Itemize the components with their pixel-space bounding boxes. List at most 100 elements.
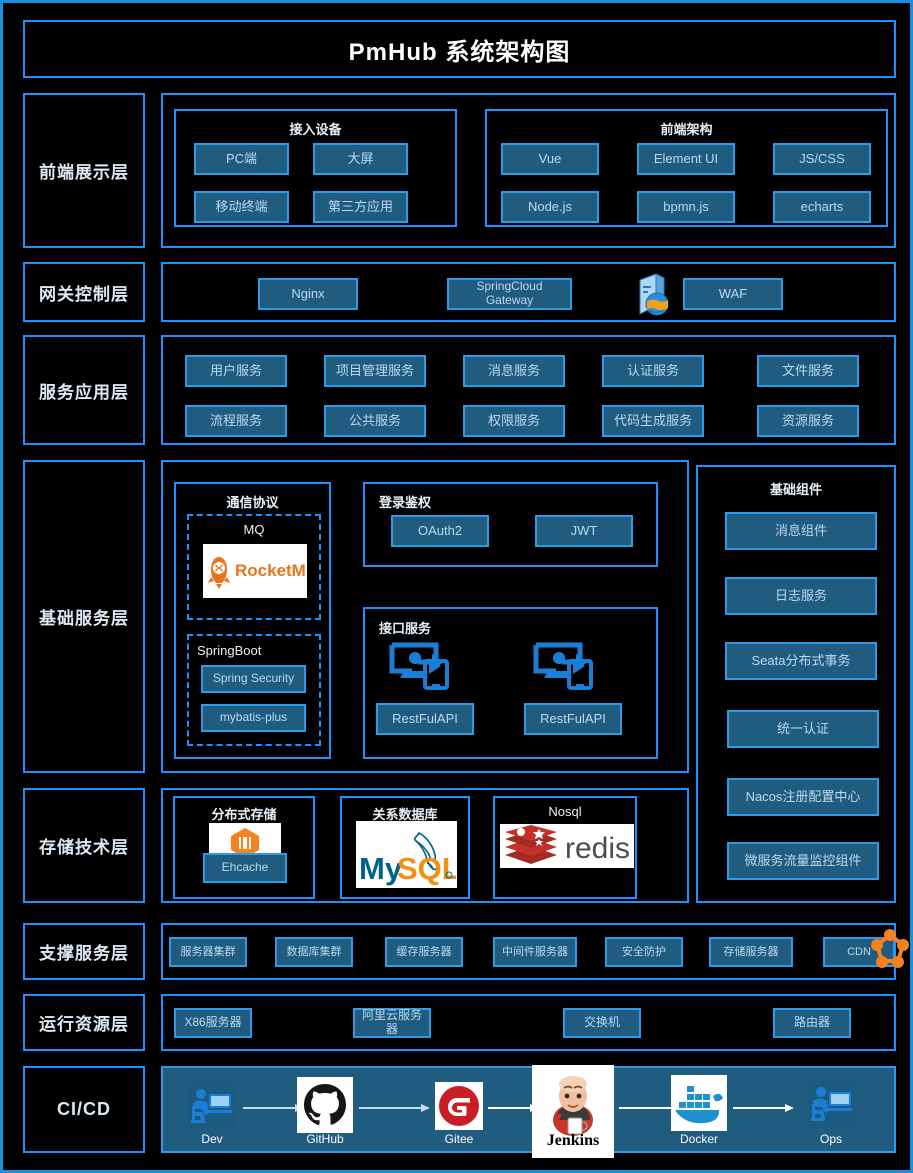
chip-js-css[interactable]: JS/CSS	[773, 143, 871, 175]
chip-storage-server[interactable]: 存储服务器	[709, 937, 793, 967]
chip-server-cluster[interactable]: 服务器集群	[169, 937, 247, 967]
chip-codegen-service[interactable]: 代码生成服务	[602, 405, 704, 437]
chip-router[interactable]: 路由器	[773, 1008, 851, 1038]
group-frontend-framework-caption: 前端架构	[660, 122, 713, 137]
layer-label-runtime: 运行资源层	[23, 994, 145, 1051]
chip-project-service[interactable]: 项目管理服务	[324, 355, 426, 387]
group-relational-db: 关系数据库 My SQL	[340, 796, 470, 899]
arrow-dev-github	[243, 1100, 305, 1112]
chip-oauth2[interactable]: OAuth2	[391, 515, 489, 547]
chip-server-cluster-label: 服务器集群	[180, 945, 236, 958]
chip-springcloud-gateway[interactable]: SpringCloud Gateway	[447, 278, 572, 310]
chip-oauth2-label: OAuth2	[417, 522, 463, 538]
chip-auth-service[interactable]: 认证服务	[602, 355, 704, 387]
chip-message-service[interactable]: 消息服务	[463, 355, 565, 387]
service-layer-panel: 用户服务 项目管理服务 消息服务 认证服务 文件服务 流程服务 公共服务 权限服…	[161, 335, 896, 445]
screen-transfer-icon-2	[532, 640, 598, 692]
chip-ehcache[interactable]: Ehcache	[203, 853, 287, 883]
group-springboot-caption: SpringBoot	[197, 643, 262, 658]
cicd-step-label-gitee: Gitee	[444, 1132, 474, 1146]
group-mq: MQ RocketMQ	[187, 514, 321, 620]
layer-label-gateway-text: 网关控制层	[39, 284, 129, 304]
chip-message-service-label: 消息服务	[487, 362, 540, 378]
chip-aliyun-server[interactable]: 阿里云服务器	[353, 1008, 431, 1038]
layer-label-frontend-text: 前端展示层	[39, 163, 129, 182]
layer-label-service-text: 服务应用层	[39, 382, 129, 402]
chip-bpmnjs[interactable]: bpmn.js	[637, 191, 735, 223]
cdn-molecule-icon	[869, 927, 910, 977]
chip-restfulapi-1[interactable]: RestFulAPI	[376, 703, 474, 735]
chip-flow-service[interactable]: 流程服务	[185, 405, 287, 437]
arrow-docker-ops	[733, 1100, 795, 1112]
chip-waf-label: WAF	[718, 285, 748, 301]
chip-cache-server[interactable]: 缓存服务器	[385, 937, 463, 967]
chip-nginx[interactable]: Nginx	[258, 278, 358, 310]
chip-storage-server-label: 存储服务器	[723, 945, 779, 958]
group-base-components-caption: 基础组件	[769, 482, 822, 497]
chip-vue-label: Vue	[538, 150, 562, 166]
chip-permission-service[interactable]: 权限服务	[463, 405, 565, 437]
layer-label-base: 基础服务层	[23, 460, 145, 773]
chip-seata[interactable]: Seata分布式事务	[725, 642, 877, 680]
chip-x86-server[interactable]: X86服务器	[174, 1008, 252, 1038]
developer-icon	[187, 1084, 235, 1128]
chip-resource-service[interactable]: 资源服务	[757, 405, 859, 437]
chip-log-service-label: 日志服务	[774, 587, 827, 603]
chip-sentinel[interactable]: 微服务流量监控组件	[727, 842, 879, 880]
docker-logo	[671, 1075, 727, 1131]
chip-bigscreen[interactable]: 大屏	[313, 143, 408, 175]
chip-nacos[interactable]: Nacos注册配置中心	[727, 778, 879, 816]
chip-restfulapi-2[interactable]: RestFulAPI	[524, 703, 622, 735]
chip-jwt[interactable]: JWT	[535, 515, 633, 547]
chip-common-service-label: 公共服务	[348, 412, 401, 428]
chip-security[interactable]: 安全防护	[605, 937, 683, 967]
chip-ehcache-label: Ehcache	[221, 860, 269, 875]
chip-restfulapi-2-label: RestFulAPI	[540, 710, 606, 726]
chip-waf[interactable]: WAF	[683, 278, 783, 310]
chip-mobile-label: 移动终端	[215, 198, 268, 214]
chip-auth-service-label: 认证服务	[626, 362, 679, 378]
layer-label-frontend: 前端展示层	[23, 93, 145, 248]
base-layer-panel: 通信协议 MQ RocketMQ	[161, 460, 689, 773]
layer-label-support: 支撑服务层	[23, 923, 145, 980]
chip-resource-service-label: 资源服务	[781, 412, 834, 428]
chip-x86-server-label: X86服务器	[184, 1015, 242, 1030]
chip-common-service[interactable]: 公共服务	[324, 405, 426, 437]
group-nosql-caption: Nosql	[548, 804, 582, 819]
layer-label-runtime-text: 运行资源层	[39, 1015, 129, 1034]
chip-echarts[interactable]: echarts	[773, 191, 871, 223]
layer-label-cicd: CI/CD	[23, 1066, 145, 1153]
layer-label-base-text: 基础服务层	[39, 609, 129, 628]
chip-unified-auth[interactable]: 统一认证	[727, 710, 879, 748]
chip-mobile[interactable]: 移动终端	[194, 191, 289, 223]
chip-message-component[interactable]: 消息组件	[725, 512, 877, 550]
chip-switch[interactable]: 交换机	[563, 1008, 641, 1038]
chip-bpmnjs-label: bpmn.js	[663, 198, 709, 214]
layer-label-support-text: 支撑服务层	[39, 944, 129, 963]
mysql-logo: My SQL	[356, 821, 457, 888]
chip-middleware-server[interactable]: 中间件服务器	[493, 937, 577, 967]
chip-element-ui[interactable]: Element UI	[637, 143, 735, 175]
chip-router-label: 路由器	[793, 1015, 830, 1030]
chip-log-service[interactable]: 日志服务	[725, 577, 877, 615]
github-logo	[297, 1077, 353, 1133]
layer-label-storage: 存储技术层	[23, 788, 145, 903]
gitee-logo	[435, 1082, 483, 1130]
chip-file-service[interactable]: 文件服务	[757, 355, 859, 387]
storage-layer-panel: 分布式存储 Ehcache 关系数据库 My SQL Nosql redis	[161, 788, 689, 903]
chip-spring-security[interactable]: Spring Security	[201, 665, 306, 693]
chip-mybatis-plus-label: mybatis-plus	[219, 710, 288, 725]
diagram-title-bar: PmHub 系统架构图	[23, 20, 896, 78]
rocketmq-logo: RocketMQ	[203, 544, 307, 598]
cicd-layer-panel: Dev GitHub Gitee Jenkins Docker Ops	[161, 1065, 896, 1158]
chip-db-cluster[interactable]: 数据库集群	[275, 937, 353, 967]
chip-nacos-label: Nacos注册配置中心	[745, 788, 861, 804]
svg-text:SQL: SQL	[397, 851, 456, 886]
chip-nodejs[interactable]: Node.js	[501, 191, 599, 223]
chip-pc[interactable]: PC端	[194, 143, 289, 175]
chip-user-service[interactable]: 用户服务	[185, 355, 287, 387]
chip-mybatis-plus[interactable]: mybatis-plus	[201, 704, 306, 732]
cicd-step-label-docker: Docker	[679, 1132, 718, 1146]
chip-thirdparty[interactable]: 第三方应用	[313, 191, 408, 223]
chip-vue[interactable]: Vue	[501, 143, 599, 175]
